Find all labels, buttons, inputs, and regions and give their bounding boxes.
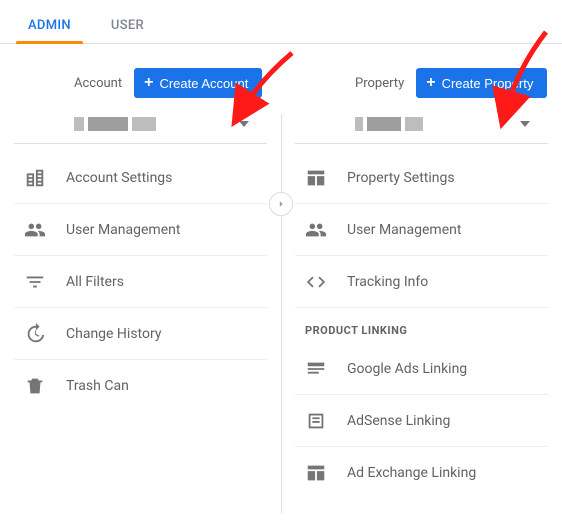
property-label: Property xyxy=(355,76,404,91)
tab-admin[interactable]: ADMIN xyxy=(8,6,91,43)
menu-label: Tracking Info xyxy=(347,274,428,290)
menu-label: Account Settings xyxy=(66,170,172,186)
property-selected-redacted xyxy=(355,117,423,131)
create-property-label: Create Property xyxy=(442,76,534,91)
nav-account-settings[interactable]: Account Settings xyxy=(14,152,267,204)
menu-label: Trash Can xyxy=(66,378,129,394)
nav-all-filters[interactable]: All Filters xyxy=(14,256,267,308)
account-header: Account + Create Account xyxy=(14,68,267,98)
building-icon xyxy=(22,167,48,189)
account-label: Account xyxy=(74,76,122,91)
nav-trash-can[interactable]: Trash Can xyxy=(14,360,267,412)
property-column: Property + Create Property Property Sett… xyxy=(281,68,562,513)
menu-label: User Management xyxy=(347,222,461,238)
admin-panel: Account + Create Account Account Setting… xyxy=(0,44,562,513)
code-icon xyxy=(303,271,329,293)
nav-change-history[interactable]: Change History xyxy=(14,308,267,360)
menu-label: Ad Exchange Linking xyxy=(347,465,476,481)
create-account-button[interactable]: + Create Account xyxy=(134,68,262,98)
plus-icon: + xyxy=(426,75,435,91)
plus-icon: + xyxy=(144,75,153,91)
nav-property-user-management[interactable]: User Management xyxy=(295,204,548,256)
chevron-down-icon xyxy=(520,121,530,127)
history-icon xyxy=(22,323,48,345)
menu-label: Change History xyxy=(66,326,161,342)
menu-label: Property Settings xyxy=(347,170,455,186)
menu-label: Google Ads Linking xyxy=(347,361,467,377)
menu-label: User Management xyxy=(66,222,180,238)
users-icon xyxy=(22,219,48,241)
chevron-down-icon xyxy=(239,121,249,127)
tab-user[interactable]: USER xyxy=(91,6,164,43)
menu-label: AdSense Linking xyxy=(347,413,450,429)
nav-ad-exchange-linking[interactable]: Ad Exchange Linking xyxy=(295,447,548,499)
nav-property-settings[interactable]: Property Settings xyxy=(295,152,548,204)
trash-icon xyxy=(22,375,48,397)
product-linking-label: PRODUCT LINKING xyxy=(295,308,548,343)
adsense-icon xyxy=(303,410,329,432)
nav-tracking-info[interactable]: Tracking Info xyxy=(295,256,548,308)
nav-tabs: ADMIN USER xyxy=(0,0,562,44)
menu-label: All Filters xyxy=(66,274,124,290)
account-column: Account + Create Account Account Setting… xyxy=(0,68,281,513)
nav-account-user-management[interactable]: User Management xyxy=(14,204,267,256)
exchange-icon xyxy=(303,462,329,484)
nav-adsense-linking[interactable]: AdSense Linking xyxy=(295,395,548,447)
layout-icon xyxy=(303,167,329,189)
create-account-label: Create Account xyxy=(159,76,248,91)
filter-icon xyxy=(22,271,48,293)
users-icon xyxy=(303,219,329,241)
property-selector[interactable] xyxy=(295,104,548,144)
account-selected-redacted xyxy=(74,117,156,131)
account-selector[interactable] xyxy=(14,104,267,144)
ads-icon xyxy=(303,358,329,380)
nav-google-ads-linking[interactable]: Google Ads Linking xyxy=(295,343,548,395)
create-property-button[interactable]: + Create Property xyxy=(416,68,547,98)
property-header: Property + Create Property xyxy=(295,68,548,98)
